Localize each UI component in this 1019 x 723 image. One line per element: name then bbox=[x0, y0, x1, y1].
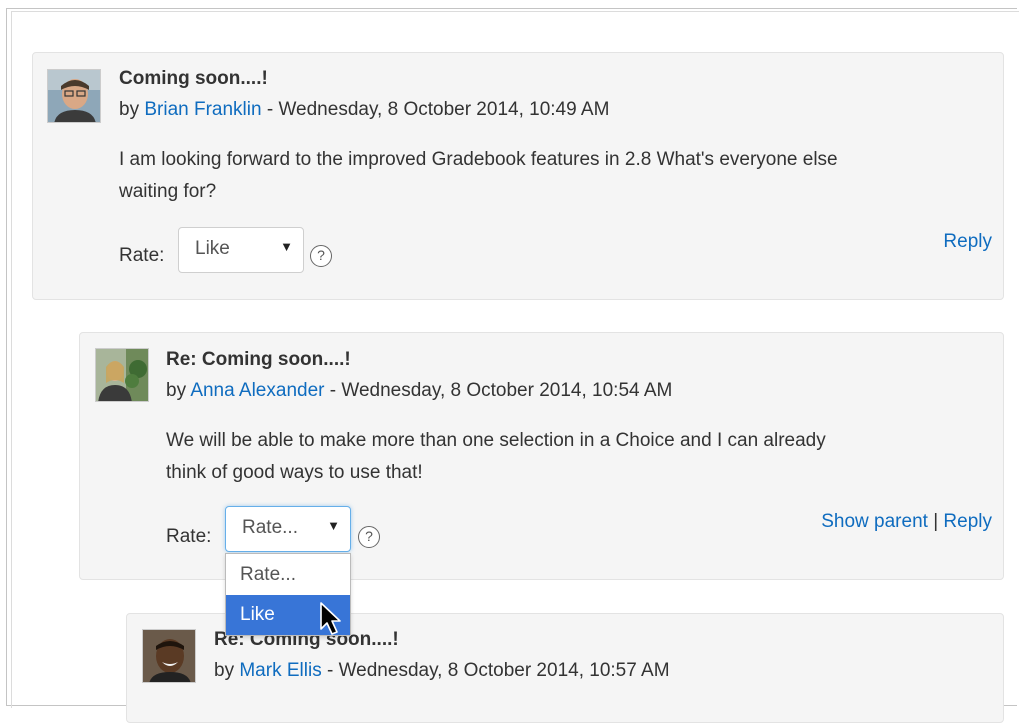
caret-down-icon: ▼ bbox=[280, 239, 293, 254]
avatar-anna-alexander bbox=[95, 348, 149, 402]
post-byline: by Brian Franklin - Wednesday, 8 October… bbox=[119, 99, 609, 121]
post-subject: Re: Coming soon....! bbox=[166, 349, 351, 370]
rate-label: Rate: bbox=[166, 526, 212, 547]
by-text: by bbox=[166, 380, 191, 401]
post-commands: Show parent | Reply bbox=[821, 511, 992, 533]
message-line: waiting for? bbox=[119, 181, 217, 202]
rating-select[interactable]: Rate... ▼ bbox=[225, 506, 351, 552]
reply-link[interactable]: Reply bbox=[943, 511, 992, 532]
mouse-pointer-icon bbox=[320, 602, 341, 635]
author-link[interactable]: Anna Alexander bbox=[190, 380, 324, 401]
author-link[interactable]: Brian Franklin bbox=[144, 99, 261, 120]
command-separator: | bbox=[927, 511, 944, 532]
message-line: think of good ways to use that! bbox=[166, 462, 423, 483]
rating-select-value: Rate... bbox=[242, 517, 298, 538]
rating-select[interactable]: Like ▼ bbox=[178, 227, 304, 273]
by-text: by bbox=[119, 99, 145, 120]
post-message: I am looking forward to the improved Gra… bbox=[119, 144, 949, 208]
caret-down-icon: ▼ bbox=[327, 518, 340, 533]
avatar-mark-ellis bbox=[142, 629, 196, 683]
by-text: by bbox=[214, 660, 240, 681]
author-link[interactable]: Mark Ellis bbox=[239, 660, 321, 681]
post-commands: Reply bbox=[943, 231, 992, 253]
rating-select-value: Like bbox=[195, 238, 230, 259]
message-line: I am looking forward to the improved Gra… bbox=[119, 149, 838, 170]
reply-link[interactable]: Reply bbox=[943, 231, 992, 252]
question-circle-icon[interactable]: ? bbox=[358, 526, 380, 548]
message-line: We will be able to make more than one se… bbox=[166, 430, 826, 451]
post-byline: by Anna Alexander - Wednesday, 8 October… bbox=[166, 380, 672, 402]
question-circle-icon[interactable]: ? bbox=[310, 245, 332, 267]
post-date: - Wednesday, 8 October 2014, 10:57 AM bbox=[321, 660, 670, 681]
post-message: We will be able to make more than one se… bbox=[166, 425, 996, 489]
post-byline: by Mark Ellis - Wednesday, 8 October 201… bbox=[214, 660, 670, 682]
show-parent-link[interactable]: Show parent bbox=[821, 511, 928, 532]
post-date: - Wednesday, 8 October 2014, 10:49 AM bbox=[261, 99, 610, 120]
post-subject: Coming soon....! bbox=[119, 68, 268, 89]
rate-label: Rate: bbox=[119, 245, 165, 266]
avatar-brian-franklin bbox=[47, 69, 101, 123]
dropdown-option-rate[interactable]: Rate... bbox=[226, 555, 350, 595]
post-date: - Wednesday, 8 October 2014, 10:54 AM bbox=[324, 380, 673, 401]
